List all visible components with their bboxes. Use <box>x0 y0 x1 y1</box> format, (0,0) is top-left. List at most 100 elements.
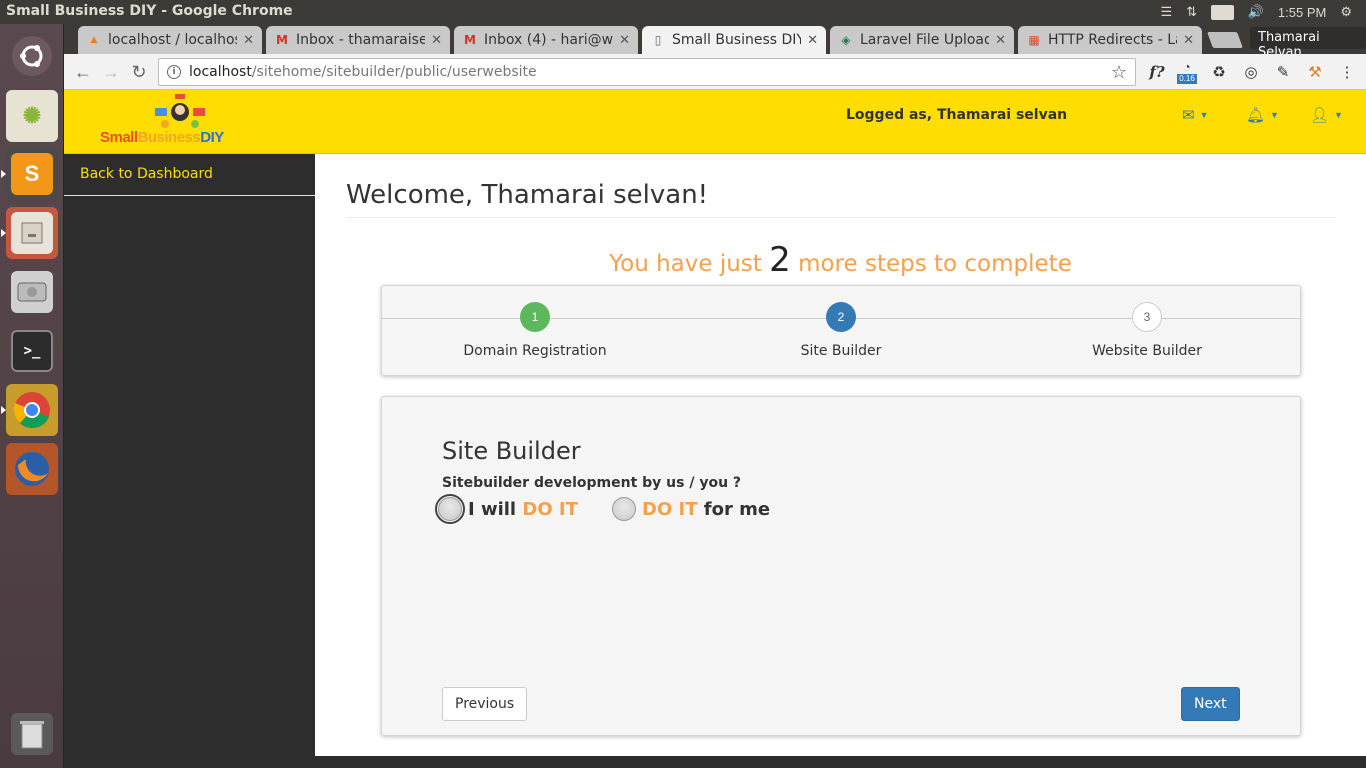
previous-button[interactable]: Previous <box>442 687 528 721</box>
messages-dropdown[interactable]: ✉ ▼ <box>1182 106 1209 124</box>
trash-icon <box>11 713 53 755</box>
radio-do-it-for-me[interactable] <box>612 497 636 521</box>
launcher-settings[interactable]: ✺ <box>6 90 58 142</box>
url-path: /sitehome/sitebuilder/public/userwebsite <box>251 64 537 80</box>
tab-close-icon[interactable]: ✕ <box>619 33 630 48</box>
launcher-ubuntu-dash[interactable] <box>6 30 58 82</box>
tab-gmail-hari[interactable]: M Inbox (4) - hari@webs ✕ <box>454 26 638 54</box>
tab-title: Laravel File Upload <box>860 32 990 48</box>
tab-close-icon[interactable]: ✕ <box>431 33 442 48</box>
step-circle: 3 <box>1132 302 1162 332</box>
ubuntu-logo-icon <box>12 36 52 76</box>
logo-word-diy: DIY <box>200 129 224 146</box>
tab-close-icon[interactable]: ✕ <box>243 33 254 48</box>
tab-small-business-diy[interactable]: ▯ Small Business DIY ✕ <box>642 26 826 54</box>
option-i-will-do-it[interactable]: I will DO IT <box>435 494 578 524</box>
gmail-icon: M <box>464 33 476 47</box>
site-logo[interactable]: SmallBusinessDIY <box>100 94 250 150</box>
main-content: Welcome, Thamarai selvan! You have just … <box>315 154 1366 756</box>
logo-word-business: Business <box>137 129 201 146</box>
wizard-step-site-builder[interactable]: 2 Site Builder <box>688 302 994 359</box>
clock[interactable]: 1:55 PM <box>1278 5 1326 20</box>
launcher-disk[interactable] <box>6 266 58 318</box>
panel-title: Site Builder <box>442 437 581 465</box>
development-question: Sitebuilder development by us / you ? <box>442 475 742 491</box>
url-host: localhost <box>189 64 252 80</box>
window-bottom-edge <box>64 756 1366 768</box>
tab-strip: ▲ localhost / localhost ✕ M Inbox - tham… <box>64 24 1366 60</box>
tab-close-icon[interactable]: ✕ <box>995 33 1006 48</box>
option2-text: for me <box>703 498 771 520</box>
bell-icon: 🔔︎ <box>1246 107 1266 124</box>
caret-down-icon: ▼ <box>1334 110 1343 120</box>
radio-i-will-do-it[interactable] <box>435 494 465 524</box>
forward-arrow-icon[interactable]: → <box>99 60 123 84</box>
keyboard-layout-indicator[interactable]: En <box>1211 4 1234 20</box>
launcher-firefox[interactable] <box>6 443 58 495</box>
title-divider <box>346 217 1336 218</box>
launcher-trash[interactable] <box>6 708 58 760</box>
system-tray: ☰ ⇅ En 🔊 1:55 PM ⚙ <box>1161 0 1366 24</box>
window-title: Small Business DIY - Google Chrome <box>6 3 293 19</box>
launcher-sublime-text[interactable]: S <box>6 148 58 200</box>
tab-close-icon[interactable]: ✕ <box>1183 33 1194 48</box>
gmail-icon: M <box>276 33 288 47</box>
network-arrows-icon[interactable]: ⇅ <box>1186 4 1197 20</box>
user-icon: 👤︎ <box>1310 107 1330 124</box>
notifications-dropdown[interactable]: 🔔︎ ▼ <box>1246 106 1279 124</box>
next-button[interactable]: Next <box>1181 687 1240 721</box>
laravel-icon: ◈ <box>841 33 851 47</box>
menu-list-icon[interactable]: ☰ <box>1161 4 1173 20</box>
back-arrow-icon[interactable]: ← <box>71 60 95 84</box>
back-to-dashboard-link[interactable]: Back to Dashboard <box>64 154 315 196</box>
lightbulb-extension-icon[interactable]: ◎ <box>1240 61 1262 83</box>
option2-highlight: DO IT <box>642 498 698 520</box>
tab-gmail-thamarai[interactable]: M Inbox - thamaraiselvan ✕ <box>266 26 450 54</box>
chrome-menu-icon[interactable]: ⋮ <box>1336 61 1358 83</box>
page-icon: ▯ <box>654 33 662 47</box>
phpmyadmin-icon: ▲ <box>90 35 98 45</box>
tab-close-icon[interactable]: ✕ <box>807 33 818 48</box>
tab-phpmyadmin[interactable]: ▲ localhost / localhost ✕ <box>78 26 262 54</box>
reload-icon[interactable]: ↻ <box>127 60 151 84</box>
volume-icon[interactable]: 🔊 <box>1248 4 1264 20</box>
site-info-icon[interactable]: i <box>167 65 181 79</box>
logo-word-small: Small <box>100 129 138 146</box>
launcher-files[interactable] <box>6 207 58 259</box>
color-picker-extension-icon[interactable]: ✎ <box>1272 61 1294 83</box>
user-dropdown[interactable]: 👤︎ ▼ <box>1310 106 1343 124</box>
web-page: SmallBusinessDIY Logged as, Thamarai sel… <box>64 90 1366 756</box>
tab-title: Inbox (4) - hari@webs <box>484 32 614 48</box>
address-bar[interactable]: i localhost/sitehome/sitebuilder/public/… <box>158 58 1136 86</box>
hard-drive-icon <box>11 271 53 313</box>
recycle-extension-icon[interactable]: ♻ <box>1208 61 1230 83</box>
site-builder-panel: Site Builder Sitebuilder development by … <box>381 396 1301 736</box>
caret-down-icon: ▼ <box>1270 110 1279 120</box>
speedometer-extension-icon[interactable]: ◔ 0.16 <box>1176 60 1198 84</box>
option1-highlight: DO IT <box>522 498 578 520</box>
bookmark-star-icon[interactable]: ☆ <box>1111 62 1127 83</box>
steps-remaining-message: You have just 2 more steps to complete <box>315 240 1366 280</box>
steps-msg-prefix: You have just <box>609 251 762 277</box>
option1-text: I will <box>468 498 517 520</box>
settings-gear-icon[interactable]: ⚙ <box>1340 4 1352 20</box>
launcher-terminal[interactable]: >_ <box>6 325 58 377</box>
formula-extension-icon[interactable]: f? <box>1146 61 1168 83</box>
steps-remaining-count: 2 <box>769 240 791 280</box>
new-tab-button[interactable] <box>1207 32 1243 48</box>
unity-launcher: ✺ S >_ <box>0 24 64 768</box>
tab-title: Small Business DIY <box>672 32 802 48</box>
sublime-text-icon: S <box>11 153 53 195</box>
step-circle: 2 <box>826 302 856 332</box>
tool-extension-icon[interactable]: ⚒ <box>1304 61 1326 83</box>
os-top-panel: Small Business DIY - Google Chrome ☰ ⇅ E… <box>0 0 1366 24</box>
profile-name[interactable]: Thamarai Selvan <box>1250 27 1366 60</box>
tab-laravel-file-upload[interactable]: ◈ Laravel File Upload ✕ <box>830 26 1014 54</box>
launcher-chrome[interactable] <box>6 384 58 436</box>
option-do-it-for-me[interactable]: DO IT for me <box>612 497 770 521</box>
wizard-step-domain-registration[interactable]: 1 Domain Registration <box>382 302 688 359</box>
envelope-icon: ✉ <box>1182 107 1195 124</box>
terminal-icon: >_ <box>11 330 53 372</box>
tab-http-redirects[interactable]: ▦ HTTP Redirects - Laravel ✕ <box>1018 26 1202 54</box>
wizard-step-website-builder[interactable]: 3 Website Builder <box>994 302 1300 359</box>
